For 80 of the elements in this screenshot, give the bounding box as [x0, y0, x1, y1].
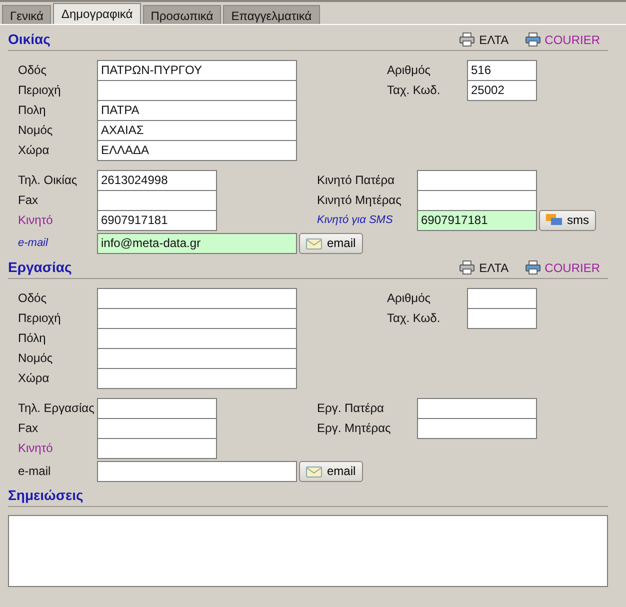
input-field[interactable]	[97, 288, 297, 309]
field-label: Πόλη	[18, 331, 47, 345]
notes-field[interactable]	[8, 515, 608, 587]
input-field[interactable]	[97, 308, 297, 329]
section-title: Σημειώσεις	[8, 487, 84, 503]
envelope-icon	[306, 464, 322, 478]
chat-icon	[546, 214, 562, 226]
send-button[interactable]: email	[299, 460, 363, 482]
input-field[interactable]: info@meta-data.gr	[97, 233, 297, 254]
input-field[interactable]	[467, 308, 537, 329]
field-label: Κινητό Πατέρα	[317, 173, 396, 187]
input-field[interactable]	[97, 418, 217, 439]
field-label: Πολη	[18, 103, 47, 117]
input-field[interactable]	[417, 170, 537, 191]
field-label: Οδός	[18, 291, 48, 305]
print-label: COURIER	[544, 260, 600, 274]
field-label: Τηλ. Εργασίας	[18, 401, 96, 415]
print-link[interactable]: COURIER	[524, 32, 600, 47]
input-field[interactable]	[417, 398, 537, 419]
field-label: Ταχ. Κωδ.	[387, 83, 442, 97]
tab[interactable]: Δημογραφικά	[53, 3, 141, 24]
input-field[interactable]	[467, 288, 537, 309]
field-label: Αριθμός	[387, 63, 432, 77]
print-label: ΕΛΤΑ	[479, 260, 509, 274]
input-field[interactable]: 6907917181	[97, 210, 217, 231]
input-field[interactable]	[97, 398, 217, 419]
field-label: Περιοχή	[18, 311, 62, 325]
print-link[interactable]: COURIER	[524, 260, 600, 275]
input-field[interactable]	[97, 80, 297, 101]
field-label: Κινητό για SMS	[317, 214, 394, 226]
field-label: Εργ. Πατέρα	[317, 401, 385, 415]
tab[interactable]: Επαγγελματικά	[223, 5, 320, 24]
section-title: Εργασίας	[8, 259, 73, 275]
field-label: Fax	[18, 193, 40, 207]
printer-icon	[459, 260, 476, 275]
input-field[interactable]	[97, 368, 297, 389]
field-label: Κινητό	[18, 441, 54, 455]
printer-icon	[524, 32, 541, 47]
input-field[interactable]	[97, 438, 217, 459]
field-label: Fax	[18, 421, 40, 435]
field-label: Νομός	[18, 351, 54, 365]
send-button[interactable]: email	[299, 232, 363, 254]
field-label: Νομός	[18, 123, 54, 137]
print-link[interactable]: ΕΛΤΑ	[459, 260, 509, 275]
print-label: COURIER	[544, 32, 600, 46]
input-field[interactable]: 6907917181	[417, 210, 537, 231]
section-title: Οικίας	[8, 31, 52, 47]
envelope-icon	[306, 236, 322, 250]
field-label: Αριθμός	[387, 291, 432, 305]
input-field[interactable]: 516	[467, 60, 537, 81]
input-field[interactable]	[97, 328, 297, 349]
field-label: Χώρα	[18, 371, 50, 385]
field-label: Εργ. Μητέρας	[317, 421, 392, 435]
input-field[interactable]	[97, 461, 297, 482]
field-label: Κινητό	[18, 213, 54, 227]
field-label: Οδός	[18, 63, 48, 77]
field-label: Κινητό Μητέρας	[317, 193, 402, 207]
printer-icon	[459, 32, 476, 47]
send-button[interactable]: sms	[539, 210, 596, 230]
input-field[interactable]: ΕΛΛΑΔΑ	[97, 140, 297, 161]
input-field[interactable]	[97, 348, 297, 369]
input-field[interactable]: 2613024998	[97, 170, 217, 191]
tab[interactable]: Γενικά	[2, 5, 52, 24]
field-label: Περιοχή	[18, 83, 62, 97]
print-link[interactable]: ΕΛΤΑ	[459, 32, 509, 47]
field-label: Χώρα	[18, 143, 50, 157]
input-field[interactable]: ΑΧΑΙΑΣ	[97, 120, 297, 141]
tab[interactable]: Προσωπικά	[142, 5, 222, 24]
input-field[interactable]	[97, 190, 217, 211]
input-field[interactable]: ΠΑΤΡΩΝ-ΠΥΡΓΟΥ	[97, 60, 297, 81]
input-field[interactable]: 25002	[467, 80, 537, 101]
input-field[interactable]	[417, 190, 537, 211]
field-label: e-mail	[18, 237, 50, 249]
field-label: e-mail	[18, 464, 52, 478]
field-label: Ταχ. Κωδ.	[387, 311, 442, 325]
input-field[interactable]	[417, 418, 537, 439]
field-label: Τηλ. Οικίας	[18, 173, 78, 187]
print-label: ΕΛΤΑ	[479, 32, 509, 46]
input-field[interactable]: ΠΑΤΡΑ	[97, 100, 297, 121]
printer-icon	[524, 260, 541, 275]
